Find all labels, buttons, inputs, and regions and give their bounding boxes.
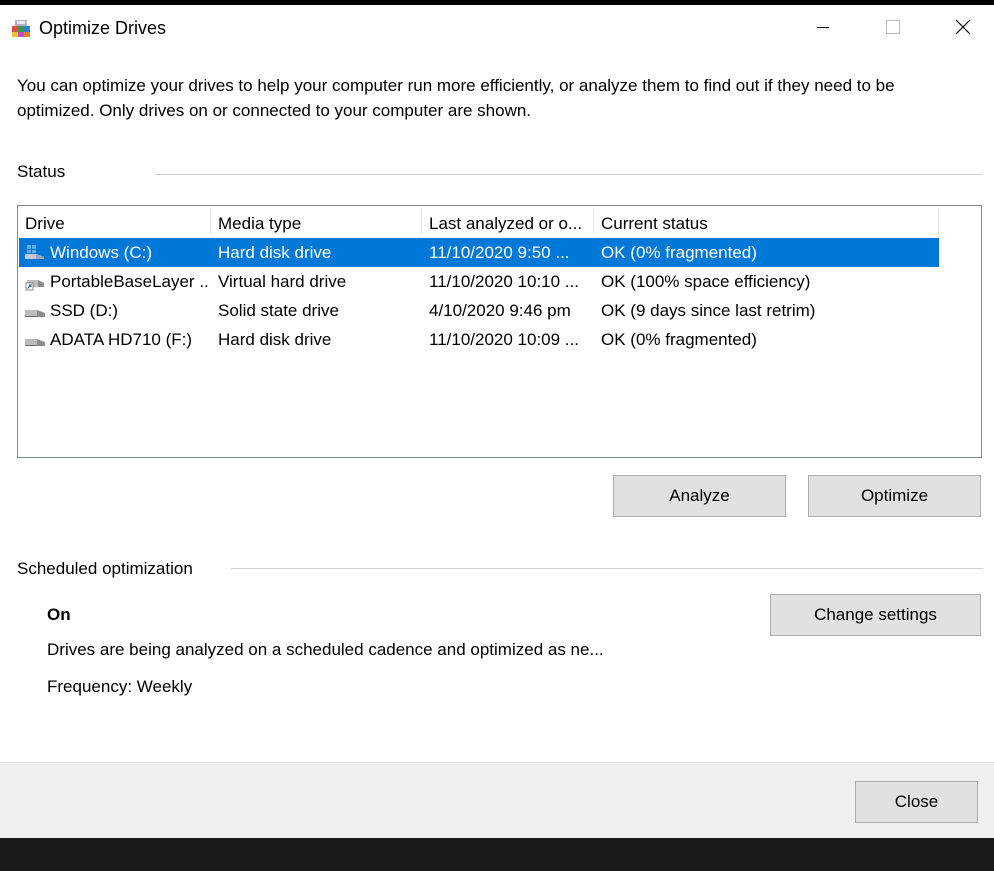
schedule-state: On: [47, 605, 71, 624]
status-section-label: Status: [17, 162, 66, 181]
close-window-button[interactable]: [928, 5, 994, 49]
dialog-footer: Close: [0, 762, 994, 838]
status-divider: [155, 174, 983, 175]
media-type: Solid state drive: [218, 301, 339, 320]
window-title: Optimize Drives: [39, 18, 167, 38]
current-status: OK (0% fragmented): [601, 330, 757, 349]
maximize-icon: [886, 20, 900, 34]
drives-list[interactable]: Drive Media type Last analyzed or o... C…: [17, 205, 982, 458]
column-separator: [938, 208, 939, 234]
scheduled-section-label: Scheduled optimization: [17, 559, 193, 578]
change-settings-button[interactable]: Change settings: [770, 594, 981, 636]
virtual-drive-icon: [24, 273, 46, 291]
media-type: Hard disk drive: [218, 330, 332, 349]
analyze-button[interactable]: Analyze: [613, 475, 786, 517]
windows-drive-icon: [24, 244, 46, 262]
last-analyzed: 4/10/2020 9:46 pm: [429, 301, 571, 320]
scheduled-divider: [231, 568, 983, 569]
media-type: Hard disk drive: [218, 243, 332, 262]
drive-name: ADATA HD710 (F:): [50, 330, 193, 349]
schedule-description: Drives are being analyzed on a scheduled…: [47, 640, 604, 659]
maximize-button[interactable]: [858, 5, 928, 49]
last-analyzed: 11/10/2020 9:50 ...: [429, 243, 570, 262]
current-status: OK (0% fragmented): [601, 243, 757, 262]
media-type: Virtual hard drive: [218, 272, 347, 291]
list-header: Drive Media type Last analyzed or o... C…: [18, 206, 981, 236]
current-status: OK (9 days since last retrim): [601, 301, 816, 320]
column-header-current-status[interactable]: Current status: [594, 206, 939, 236]
defrag-app-icon: [11, 18, 31, 38]
drive-name: Windows (C:): [50, 243, 153, 262]
drive-row-adata-f[interactable]: ADATA HD710 (F:) Hard disk drive 11/10/2…: [19, 325, 939, 354]
column-header-media-type[interactable]: Media type: [211, 206, 422, 236]
drive-name: PortableBaseLayer ...: [50, 272, 210, 291]
column-header-last-analyzed[interactable]: Last analyzed or o...: [422, 206, 594, 236]
column-label: Last analyzed or o...: [429, 214, 583, 233]
schedule-frequency: Frequency: Weekly: [47, 677, 193, 696]
column-label: Media type: [218, 214, 302, 233]
drive-row-portablebaselayer[interactable]: PortableBaseLayer ... Virtual hard drive…: [19, 267, 939, 296]
drive-name: SSD (D:): [50, 301, 118, 320]
column-header-drive[interactable]: Drive: [18, 206, 211, 236]
drive-icon: [24, 302, 46, 320]
last-analyzed: 11/10/2020 10:09 ...: [429, 330, 579, 349]
taskbar-edge: [0, 838, 994, 871]
current-status: OK (100% space efficiency): [601, 272, 811, 291]
minimize-button[interactable]: [788, 5, 858, 49]
drive-icon: [24, 331, 46, 349]
intro-text: You can optimize your drives to help you…: [17, 76, 895, 120]
drive-row-windows-c[interactable]: Windows (C:) Hard disk drive 11/10/2020 …: [19, 238, 939, 267]
column-label: Current status: [601, 214, 708, 233]
close-icon: [955, 19, 971, 35]
minimize-icon: [817, 27, 829, 28]
close-button[interactable]: Close: [855, 781, 978, 823]
last-analyzed: 11/10/2020 10:10 ...: [429, 272, 579, 291]
drive-row-ssd-d[interactable]: SSD (D:) Solid state drive 4/10/2020 9:4…: [19, 296, 939, 325]
optimize-button[interactable]: Optimize: [808, 475, 981, 517]
title-bar[interactable]: Optimize Drives: [0, 5, 994, 49]
column-label: Drive: [25, 214, 65, 233]
